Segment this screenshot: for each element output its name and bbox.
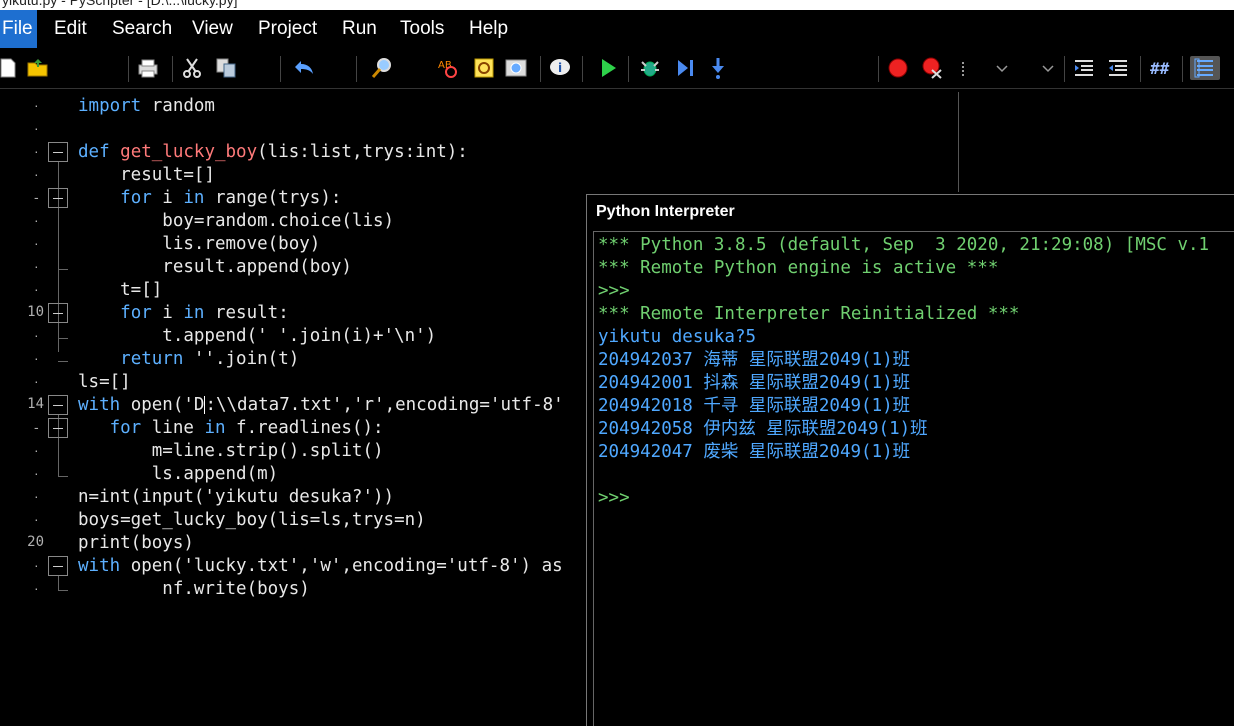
fold-toggle[interactable]	[48, 303, 68, 323]
console-line: 204942001 抖森 星际联盟2049(1)班	[598, 373, 911, 393]
toolbar: AB i ##	[0, 50, 1234, 89]
run-icon[interactable]	[596, 56, 620, 80]
code-line: result=[]	[78, 165, 215, 185]
fold-toggle[interactable]	[48, 188, 68, 208]
menu-search[interactable]: Search	[112, 18, 172, 40]
menu-tools[interactable]: Tools	[400, 18, 444, 40]
fold-toggle[interactable]	[48, 418, 68, 438]
editor-gutter: · · · · - · · · · 10 · · · 14 - · · · · …	[0, 92, 76, 725]
code-line: boy=random.choice(lis)	[78, 211, 395, 231]
console-line: *** Python 3.8.5 (default, Sep 3 2020, 2…	[598, 235, 1210, 255]
line-number: 20	[27, 534, 44, 550]
menu-help[interactable]: Help	[469, 18, 508, 40]
line-number: 14	[27, 396, 44, 412]
code-line: t.append(' '.join(i)+'\n')	[78, 326, 437, 346]
code-line: import random	[78, 96, 215, 116]
code-line: print(boys)	[78, 533, 194, 553]
fold-toggle[interactable]	[48, 556, 68, 576]
code-line: with open('lucky.txt','w',encoding='utf-…	[78, 556, 563, 576]
menu-run[interactable]: Run	[342, 18, 377, 40]
copy-icon[interactable]	[214, 56, 238, 80]
code-line: m=line.strip().split()	[78, 441, 384, 461]
code-line: t=[]	[78, 280, 163, 300]
code-line: boys=get_lucky_boy(lis=ls,trys=n)	[78, 510, 426, 530]
clear-breakpoints-icon[interactable]	[920, 56, 944, 80]
menu-view[interactable]: View	[192, 18, 233, 40]
dropdown-icon[interactable]	[990, 56, 1014, 80]
code-line: return ''.join(t)	[120, 349, 300, 369]
menu-project[interactable]: Project	[258, 18, 317, 40]
screenshot-icon[interactable]	[504, 56, 528, 80]
step-into-icon[interactable]	[706, 56, 730, 80]
cut-icon[interactable]	[180, 56, 204, 80]
console-line: *** Remote Interpreter Reinitialized ***	[598, 304, 1020, 324]
breakpoint-icon[interactable]	[886, 56, 910, 80]
console-line: 204942018 千寻 星际联盟2049(1)班	[598, 396, 911, 416]
code-line: for line in f.readlines():	[109, 418, 384, 438]
code-line: n=int(input('yikutu desuka?'))	[78, 487, 395, 507]
step-icon[interactable]	[674, 56, 698, 80]
console-line: *** Remote Python engine is active ***	[598, 258, 999, 278]
debug-icon[interactable]	[638, 56, 662, 80]
toolbar-grip	[952, 56, 976, 80]
code-line: ls=[]	[78, 372, 131, 392]
open-folder-icon[interactable]	[26, 56, 50, 80]
menu-edit[interactable]: Edit	[54, 18, 87, 40]
menu-bar: File Edit Search View Project Run Tools …	[0, 10, 1234, 48]
print-icon[interactable]	[136, 56, 160, 80]
fold-toggle[interactable]	[48, 142, 68, 162]
code-line: nf.write(boys)	[78, 579, 310, 599]
interpreter-console[interactable]: *** Python 3.8.5 (default, Sep 3 2020, 2…	[593, 231, 1234, 726]
indent-icon[interactable]	[1072, 56, 1096, 80]
code-line: lis.remove(boy)	[78, 234, 321, 254]
info-icon[interactable]: i	[548, 56, 572, 80]
python-interpreter-panel: Python Interpreter *** Python 3.8.5 (def…	[586, 194, 1234, 726]
new-file-icon[interactable]	[0, 56, 20, 80]
code-line: result.append(boy)	[78, 257, 352, 277]
console-line: 204942058 伊内兹 星际联盟2049(1)班	[598, 419, 928, 439]
code-line: with open('D:\\data7.txt','r',encoding='…	[78, 395, 564, 415]
fold-toggle[interactable]	[48, 395, 68, 415]
comment-icon[interactable]: ##	[1150, 56, 1174, 80]
code-line: for i in result:	[120, 303, 289, 323]
console-prompt[interactable]: >>>	[598, 487, 630, 510]
panel-title[interactable]: Python Interpreter	[587, 195, 1234, 229]
find-icon[interactable]	[370, 56, 394, 80]
list-icon[interactable]	[1190, 56, 1220, 80]
dropdown-icon[interactable]	[1036, 56, 1060, 80]
code-line: ls.append(m)	[78, 464, 279, 484]
svg-text:i: i	[558, 61, 562, 75]
console-line: yikutu desuka?5	[598, 327, 757, 347]
undo-icon[interactable]	[292, 56, 316, 80]
svg-text:##: ##	[1150, 59, 1170, 78]
console-line: 204942037 海蒂 星际联盟2049(1)班	[598, 350, 911, 370]
spell-icon[interactable]: AB	[436, 56, 460, 80]
line-number: 10	[27, 304, 44, 320]
console-line: 204942047 废柴 星际联盟2049(1)班	[598, 442, 911, 462]
dedent-icon[interactable]	[1106, 56, 1130, 80]
code-line: def get_lucky_boy(lis:list,trys:int):	[78, 142, 468, 162]
svg-text:AB: AB	[438, 60, 452, 71]
highlight-icon[interactable]	[472, 56, 496, 80]
menu-file[interactable]: File	[0, 10, 37, 48]
window-title: yikutu.py - PyScripter - [D:\...\lucky.p…	[0, 0, 1234, 10]
console-prompt: >>>	[598, 281, 630, 301]
code-line: for i in range(trys):	[120, 188, 342, 208]
